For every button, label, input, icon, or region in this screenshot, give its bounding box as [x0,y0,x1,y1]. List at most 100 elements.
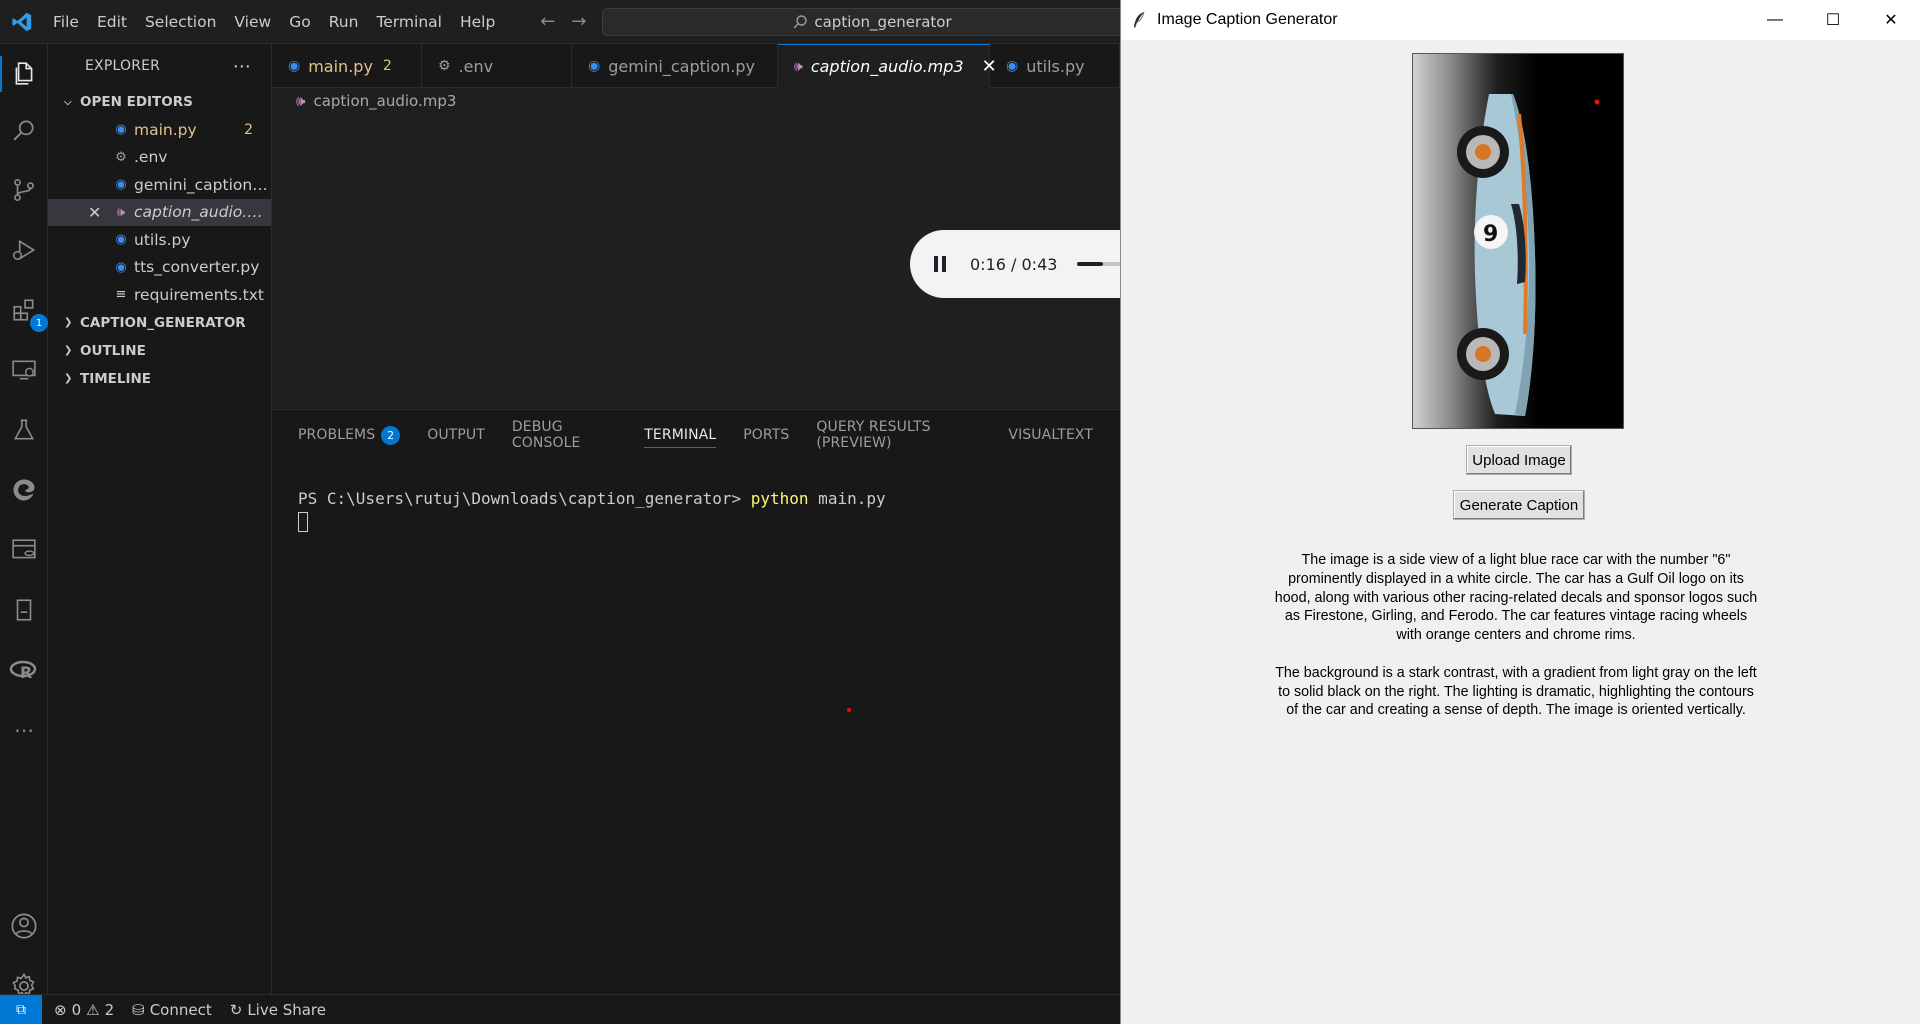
tab-terminal[interactable]: TERMINAL [644,410,717,460]
edge-browser-icon[interactable] [0,466,48,514]
audio-file-icon: 🕪 [794,58,803,75]
menu-selection[interactable]: Selection [136,0,225,44]
window-title: Image Caption Generator [1157,11,1338,28]
remote-indicator-icon[interactable]: ⧉ [0,994,42,1024]
remote-explorer-icon[interactable] [0,346,48,394]
menu-run[interactable]: Run [320,0,368,44]
menu-file[interactable]: File [44,0,88,44]
audio-progress-fill [1077,262,1104,266]
terminal-args: main.py [808,489,886,508]
explorer-title: EXPLORER [85,58,161,74]
minimize-icon[interactable]: — [1746,0,1804,40]
uploaded-car-image: 9 [1412,53,1624,429]
tab-main-py[interactable]: ◉ main.py 2 [272,44,422,88]
pause-icon[interactable] [934,256,948,272]
problem-count: 2 [244,121,253,138]
terminal-cursor [298,511,308,532]
back-arrow-icon[interactable]: ← [540,11,555,32]
r-language-icon[interactable]: R [0,646,48,694]
tab-caption-audio[interactable]: 🕪 caption_audio.mp3 ✕ [778,44,997,88]
upload-image-button[interactable]: Upload Image [1466,445,1572,475]
tab-debug-console[interactable]: DEBUG CONSOLE [512,410,617,460]
problems-badge: 2 [381,425,401,445]
terminal-output[interactable]: PS C:\Users\rutuj\Downloads\caption_gene… [272,460,1120,532]
terminal-line: PS C:\Users\rutuj\Downloads\caption_gene… [298,488,1120,510]
vscode-titlebar: File Edit Selection View Go Run Terminal… [0,0,1142,44]
open-editor-main-py[interactable]: ◉ main.py 2 [48,116,271,144]
extensions-icon[interactable]: 1 [0,286,48,334]
search-activity-icon[interactable] [0,106,48,154]
gear-file-icon: ⚙ [438,58,451,74]
problems-status[interactable]: ⊗ 0 ⚠ 2 [54,1001,114,1019]
live-share-icon: ↻ [229,1000,243,1019]
audio-file-icon: 🕪 [296,92,306,110]
activity-bar: 1 R ⋯ [0,44,48,999]
menu-go[interactable]: Go [280,0,320,44]
notebook-icon[interactable] [0,586,48,634]
open-editor-env[interactable]: ⚙ .env [48,144,271,172]
open-editor-requirements[interactable]: ≡ requirements.txt [48,281,271,309]
menu-terminal[interactable]: Terminal [367,0,451,44]
gear-file-icon: ⚙ [115,149,127,165]
status-bar: ⧉ ⊗ 0 ⚠ 2 ⛁ Connect ↻ Live Share [0,994,1120,1024]
tab-problem-count: 2 [382,58,392,74]
accounts-icon[interactable] [0,902,48,950]
maximize-icon[interactable]: ☐ [1804,0,1862,40]
tab-output[interactable]: OUTPUT [427,410,485,460]
open-editors-header[interactable]: ⌵ OPEN EDITORS [48,88,271,116]
forward-arrow-icon[interactable]: → [571,11,586,32]
tab-visualtext[interactable]: VISUALTEXT [1008,410,1093,460]
editor-tabs: ◉ main.py 2 ⚙ .env ◉ gemini_caption.py 🕪… [272,44,1120,88]
more-dots-icon[interactable]: ⋯ [0,706,48,754]
breadcrumb-file[interactable]: caption_audio.mp3 [313,92,456,110]
caption-paragraph-2: The background is a stark contrast, with… [1275,664,1757,719]
chevron-down-icon: ⌵ [64,96,72,108]
warning-icon: ⚠ [86,1000,100,1019]
tab-problems[interactable]: PROBLEMS 2 [298,410,401,460]
menu-view[interactable]: View [225,0,280,44]
text-file-icon: ≡ [115,287,127,303]
window-titlebar: Image Caption Generator — ☐ ✕ [1121,0,1920,40]
menu-bar: File Edit Selection View Go Run Terminal… [44,0,504,44]
connect-status[interactable]: ⛁ Connect [132,1001,212,1019]
menu-help[interactable]: Help [451,0,504,44]
close-window-icon[interactable]: ✕ [1862,0,1920,40]
breadcrumb: 🕪 caption_audio.mp3 [272,88,1120,114]
open-editor-caption-audio[interactable]: ✕ 🕪 caption_audio.m... [48,198,271,226]
caption-output: The image is a side view of a light blue… [1271,551,1761,739]
tab-ports[interactable]: PORTS [743,410,789,460]
audio-player: 0:16 / 0:43 [910,230,1120,298]
command-center-search[interactable]: caption_generator [602,8,1142,36]
red-dot-marker [847,708,851,712]
tab-utils[interactable]: ◉ utils.py [990,44,1120,88]
open-editor-utils[interactable]: ◉ utils.py [48,226,271,254]
database-icon[interactable] [0,526,48,574]
python-file-icon: ◉ [115,232,127,248]
live-share-status[interactable]: ↻ Live Share [230,1001,326,1019]
generate-caption-button[interactable]: Generate Caption [1453,490,1585,520]
chevron-right-icon: ❯ [64,373,73,384]
error-icon: ⊗ [54,1000,67,1019]
tab-query-results[interactable]: QUERY RESULTS (PREVIEW) [816,410,981,460]
testing-flask-icon[interactable] [0,406,48,454]
more-actions-icon[interactable]: ⋯ [233,56,251,77]
run-debug-icon[interactable] [0,226,48,274]
python-file-icon: ◉ [115,177,127,193]
audio-progress-bar[interactable] [1077,262,1120,266]
tab-env[interactable]: ⚙ .env [422,44,572,88]
menu-edit[interactable]: Edit [88,0,136,44]
tab-gemini-caption[interactable]: ◉ gemini_caption.py [572,44,778,88]
editor-area: ◉ main.py 2 ⚙ .env ◉ gemini_caption.py 🕪… [272,44,1120,409]
outline-section[interactable]: ❯ OUTLINE [48,337,271,365]
explorer-sidebar: EXPLORER ⋯ ⌵ OPEN EDITORS ◉ main.py 2 ⚙ … [48,44,272,994]
explorer-files-icon[interactable] [0,50,48,98]
open-editor-tts-converter[interactable]: ◉ tts_converter.py [48,254,271,282]
close-icon[interactable]: ✕ [88,203,101,222]
caption-paragraph-1: The image is a side view of a light blue… [1274,552,1758,644]
python-file-icon: ◉ [588,58,601,74]
timeline-section[interactable]: ❯ TIMELINE [48,365,271,393]
open-editor-gemini-caption[interactable]: ◉ gemini_caption.py [48,171,271,199]
source-control-icon[interactable] [0,166,48,214]
vscode-logo-icon [0,0,44,44]
caption-generator-section[interactable]: ❯ CAPTION_GENERATOR [48,309,271,337]
